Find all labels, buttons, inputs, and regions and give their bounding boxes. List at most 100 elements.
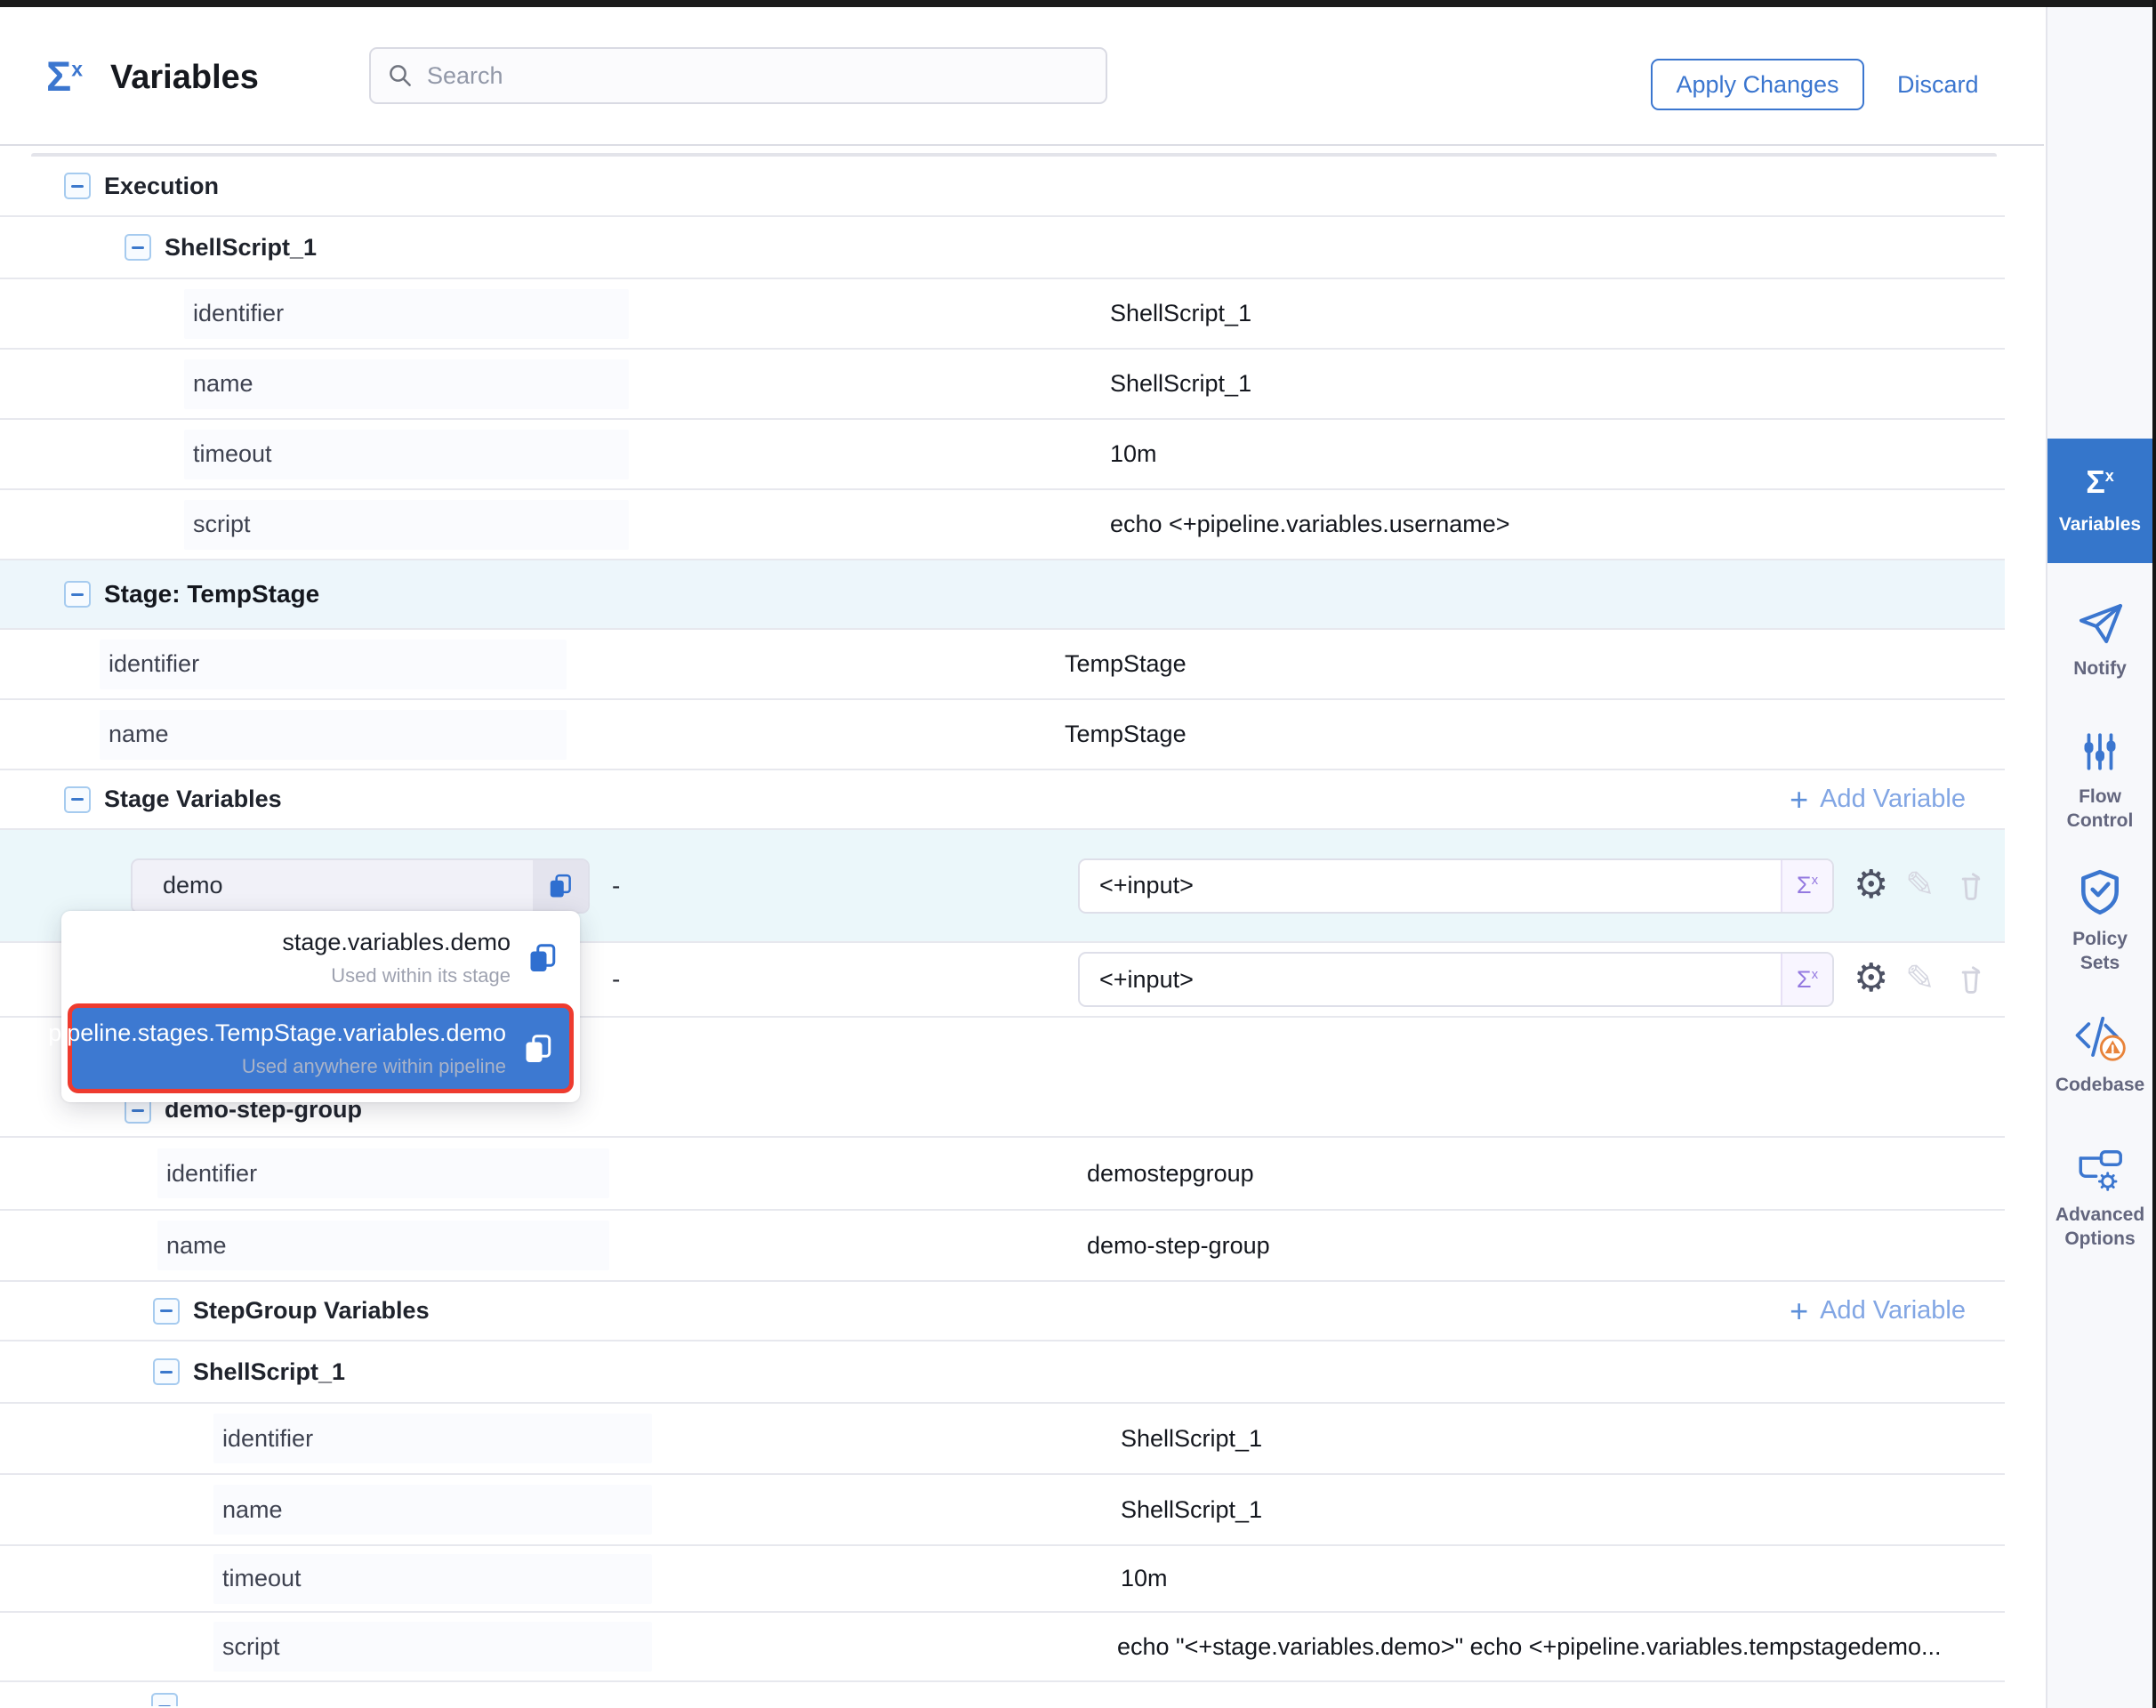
variable-name: demo — [133, 872, 533, 899]
field-value: echo "<+stage.variables.demo>" echo <+pi… — [1117, 1633, 1942, 1661]
field-value: ShellScript_1 — [1110, 300, 1251, 327]
delete-trash-icon[interactable] — [1957, 869, 1985, 901]
search-icon — [387, 62, 414, 89]
variable-path: pipeline.stages.TempStage.variables.demo — [48, 1019, 506, 1047]
field-value: ShellScript_1 — [1110, 370, 1251, 398]
row-stage-name: name TempStage — [0, 700, 2005, 770]
field-value: ShellScript_1 — [1121, 1496, 1262, 1524]
copy-icon[interactable] — [533, 860, 588, 912]
sidebar-item-notify[interactable]: Notify — [2047, 601, 2152, 681]
row-shellscript1: ShellScript_1 — [0, 217, 2005, 279]
scope-option-pipeline[interactable]: pipeline.stages.TempStage.variables.demo… — [68, 1003, 574, 1093]
copy-icon[interactable] — [522, 1033, 554, 1065]
field-value: TempStage — [1065, 650, 1187, 678]
expression-input-icon[interactable]: Σx — [1781, 860, 1832, 912]
collapse-icon[interactable] — [64, 786, 91, 813]
sidebar-item-flow-control[interactable]: Flow Control — [2047, 729, 2152, 833]
paper-plane-icon — [2077, 601, 2123, 646]
shield-check-icon — [2078, 868, 2122, 916]
variable-description: - — [612, 965, 620, 994]
field-label-cell: name — [157, 1221, 609, 1270]
row-sg-shellscript1: ShellScript_1 — [0, 1341, 2005, 1404]
panel-header: Σx Variables Apply Changes Discard — [0, 7, 2044, 146]
code-warning-icon — [2072, 1014, 2128, 1062]
field-value: demostepgroup — [1087, 1160, 1254, 1188]
row-execution: Execution — [0, 157, 2005, 217]
sidebar-item-codebase[interactable]: Codebase — [2047, 1014, 2152, 1097]
row-partial-bottom — [0, 1682, 2005, 1706]
field-label-cell: name — [184, 359, 629, 409]
field-value: TempStage — [1065, 721, 1187, 748]
section-label: Execution — [104, 173, 219, 200]
expression-input-icon[interactable]: Σx — [1781, 954, 1832, 1005]
section-label: Stage Variables — [104, 786, 282, 813]
variable-scope-popup: stage.variables.demo Used within its sta… — [61, 911, 580, 1102]
variable-scope-hint: Used anywhere within pipeline — [242, 1055, 506, 1078]
row-sg-ss1-timeout: timeout 10m — [0, 1546, 2005, 1613]
discard-button[interactable]: Discard — [1897, 71, 1979, 99]
row-stage-variables: Stage Variables +Add Variable — [0, 770, 2005, 830]
settings-gear-icon[interactable]: ⚙ — [1854, 959, 1888, 998]
stage-section-label: Stage: TempStage — [104, 580, 319, 608]
page-title: Variables — [110, 59, 259, 97]
window-right-edge — [2152, 0, 2156, 1708]
search-box[interactable] — [369, 47, 1107, 104]
field-value: echo <+pipeline.variables.username> — [1110, 511, 1510, 538]
flowchart-gear-icon — [2074, 1148, 2126, 1192]
window-top-edge — [0, 0, 2156, 7]
row-stage-identifier: identifier TempStage — [0, 630, 2005, 700]
plus-icon: + — [1790, 784, 1808, 816]
settings-gear-icon[interactable]: ⚙ — [1854, 866, 1888, 905]
field-label-cell: timeout — [213, 1554, 652, 1604]
add-variable-button[interactable]: +Add Variable — [1790, 784, 1966, 816]
collapse-icon[interactable] — [64, 581, 91, 608]
variable-description: - — [612, 872, 620, 900]
variable-name-field[interactable]: demo — [131, 858, 590, 914]
field-label-cell: name — [213, 1485, 652, 1535]
field-label-cell: identifier — [213, 1414, 652, 1463]
sidebar-item-advanced-options[interactable]: Advanced Options — [2047, 1148, 2152, 1251]
sidebar-item-variables[interactable]: Σx Variables — [2047, 439, 2152, 563]
section-label: StepGroup Variables — [193, 1297, 430, 1325]
row-ss1-identifier: identifier ShellScript_1 — [0, 279, 2005, 350]
field-value: demo-step-group — [1087, 1232, 1270, 1260]
row-sg-ss1-script: script echo "<+stage.variables.demo>" ec… — [0, 1613, 2005, 1682]
edit-pencil-icon[interactable]: ✎ — [1905, 961, 1935, 996]
variable-value-input[interactable]: <+input> Σx — [1078, 952, 1834, 1007]
right-rail: Σx Variables Notify Flow Control Policy … — [2046, 7, 2152, 1708]
variable-scope-hint: Used within its stage — [331, 964, 511, 987]
section-label: ShellScript_1 — [193, 1358, 345, 1386]
scope-option-stage[interactable]: stage.variables.demo Used within its sta… — [61, 911, 580, 1002]
sliders-icon — [2078, 729, 2122, 774]
row-ss1-name: name ShellScript_1 — [0, 350, 2005, 420]
delete-trash-icon[interactable] — [1957, 963, 1985, 995]
row-sg-ss1-name: name ShellScript_1 — [0, 1475, 2005, 1546]
search-input[interactable] — [427, 62, 1090, 90]
field-label-cell: script — [184, 500, 629, 550]
collapse-icon[interactable] — [64, 173, 91, 199]
row-stepgroup-variables: StepGroup Variables +Add Variable — [0, 1282, 2005, 1341]
variables-panel: Σx Variables Apply Changes Discard Execu… — [0, 7, 2044, 1708]
row-dsg-name: name demo-step-group — [0, 1211, 2005, 1282]
collapse-icon[interactable] — [151, 1693, 178, 1706]
row-stage-tempstage: Stage: TempStage — [0, 560, 2005, 630]
variable-value-input[interactable]: <+input> Σx — [1078, 858, 1834, 914]
collapse-icon[interactable] — [125, 234, 151, 261]
row-ss1-script: script echo <+pipeline.variables.usernam… — [0, 490, 2005, 560]
field-label-cell: timeout — [184, 430, 629, 479]
field-value: ShellScript_1 — [1121, 1425, 1262, 1453]
sidebar-item-policy-sets[interactable]: Policy Sets — [2047, 868, 2152, 975]
collapse-icon[interactable] — [153, 1298, 180, 1325]
variables-sigma-icon: Σx — [2086, 466, 2114, 498]
edit-pencil-icon[interactable]: ✎ — [1905, 867, 1935, 903]
apply-changes-button[interactable]: Apply Changes — [1651, 59, 1864, 110]
variable-path: stage.variables.demo — [282, 929, 511, 956]
scope-option-texts: stage.variables.demo Used within its sta… — [282, 929, 511, 987]
field-label-cell: identifier — [157, 1148, 609, 1198]
collapse-icon[interactable] — [153, 1358, 180, 1385]
field-label-cell: identifier — [100, 640, 567, 689]
section-label: ShellScript_1 — [165, 234, 317, 262]
add-variable-button[interactable]: +Add Variable — [1790, 1295, 1966, 1327]
variables-sigma-icon: Σx — [46, 55, 83, 97]
copy-icon[interactable] — [527, 942, 559, 974]
